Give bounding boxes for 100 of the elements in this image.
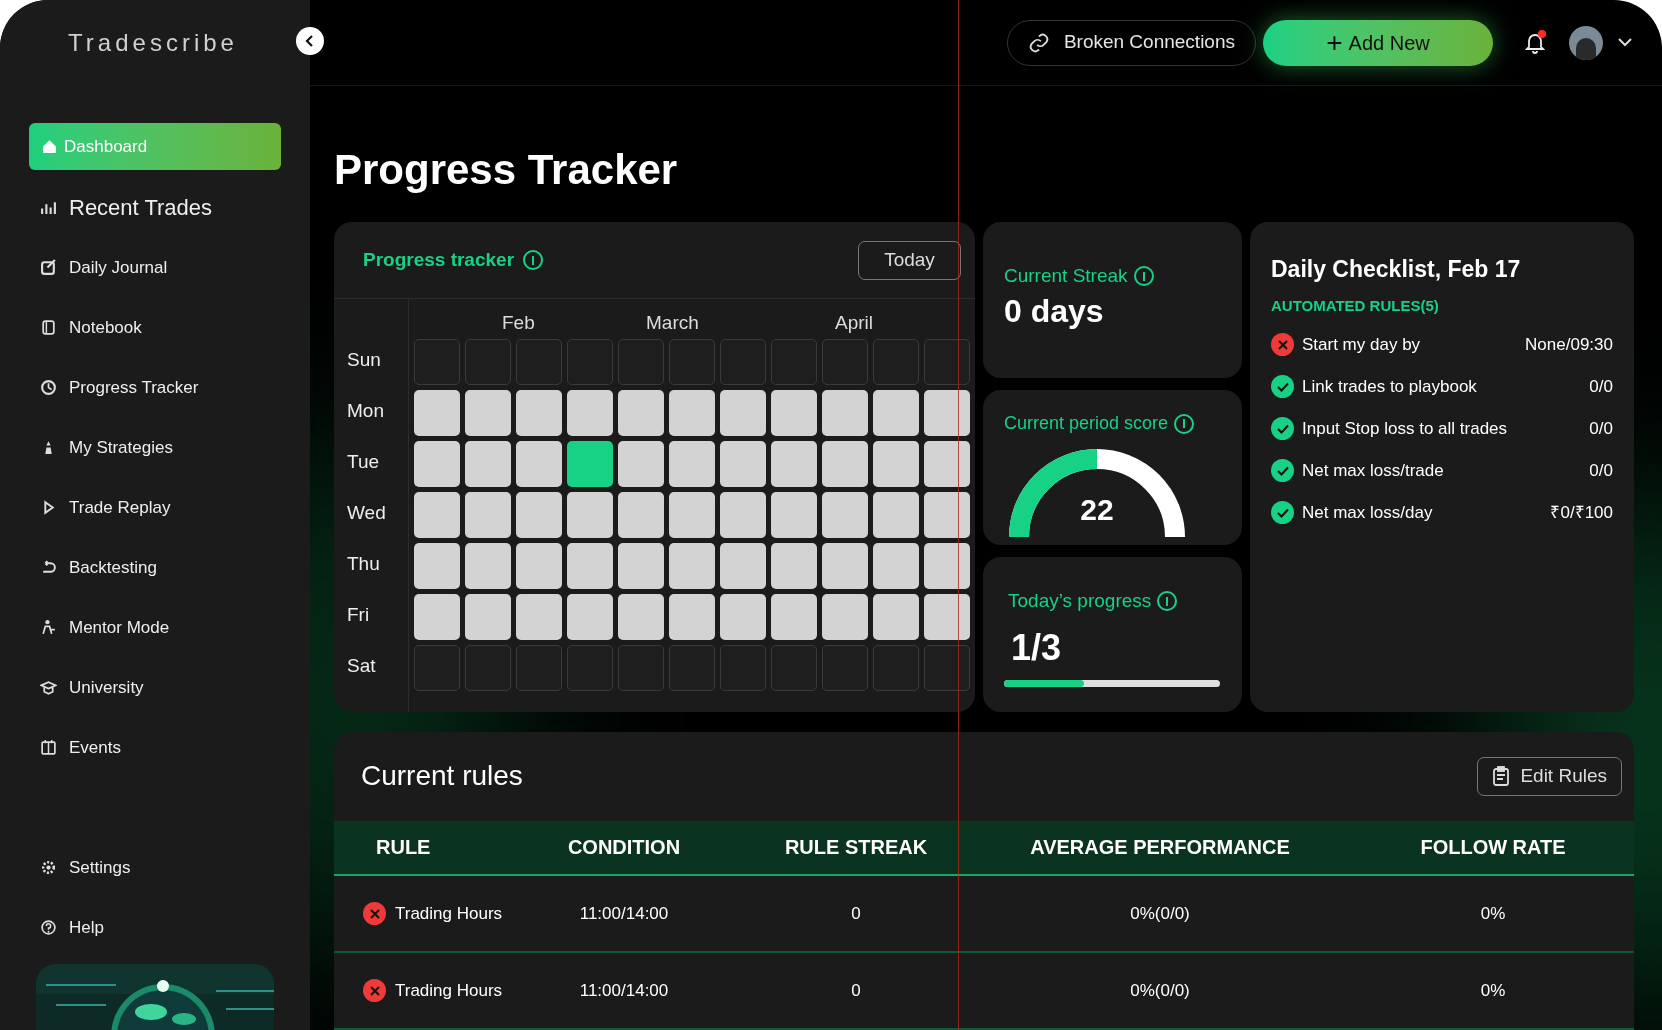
edit-rules-button[interactable]: Edit Rules (1477, 756, 1622, 796)
empty-day-cell[interactable] (567, 339, 613, 385)
day-cell[interactable] (567, 390, 613, 436)
sidebar-item[interactable]: Settings (29, 844, 281, 891)
day-cell[interactable] (669, 543, 715, 589)
day-cell[interactable] (414, 390, 460, 436)
day-cell[interactable] (516, 543, 562, 589)
day-cell[interactable] (414, 441, 460, 487)
day-cell[interactable] (822, 441, 868, 487)
day-cell[interactable] (516, 594, 562, 640)
day-cell[interactable] (771, 492, 817, 538)
empty-day-cell[interactable] (465, 645, 511, 691)
empty-day-cell[interactable] (414, 645, 460, 691)
day-cell[interactable] (414, 492, 460, 538)
sidebar-item[interactable]: My Strategies (29, 424, 281, 471)
sidebar-item[interactable]: Mentor Mode (29, 604, 281, 651)
day-cell[interactable] (465, 594, 511, 640)
day-cell[interactable] (873, 390, 919, 436)
day-cell[interactable] (822, 543, 868, 589)
sidebar-item[interactable]: Trade Replay (29, 484, 281, 531)
sidebar-item[interactable]: Events (29, 724, 281, 771)
chevron-down-icon[interactable] (1618, 38, 1632, 47)
day-cell[interactable] (465, 543, 511, 589)
sidebar-item[interactable]: University (29, 664, 281, 711)
day-cell[interactable] (771, 594, 817, 640)
day-cell[interactable] (771, 441, 817, 487)
day-cell[interactable] (873, 492, 919, 538)
empty-day-cell[interactable] (822, 645, 868, 691)
day-cell[interactable] (516, 441, 562, 487)
add-new-button[interactable]: + Add New (1263, 19, 1493, 66)
day-cell[interactable] (618, 441, 664, 487)
empty-day-cell[interactable] (669, 645, 715, 691)
sidebar-item[interactable]: Progress Tracker (29, 364, 281, 411)
empty-day-cell[interactable] (924, 645, 970, 691)
empty-day-cell[interactable] (771, 645, 817, 691)
empty-day-cell[interactable] (516, 339, 562, 385)
day-cell[interactable] (669, 390, 715, 436)
collapse-sidebar-button[interactable] (296, 27, 324, 55)
day-cell[interactable] (669, 492, 715, 538)
day-cell[interactable] (924, 594, 970, 640)
day-cell[interactable] (465, 390, 511, 436)
day-cell[interactable] (771, 390, 817, 436)
day-cell[interactable] (822, 594, 868, 640)
day-cell[interactable] (873, 543, 919, 589)
day-cell[interactable] (720, 441, 766, 487)
empty-day-cell[interactable] (465, 339, 511, 385)
day-cell[interactable] (618, 594, 664, 640)
day-cell[interactable] (414, 543, 460, 589)
empty-day-cell[interactable] (567, 645, 613, 691)
info-icon[interactable] (1174, 413, 1195, 434)
day-cell[interactable] (669, 594, 715, 640)
day-cell[interactable] (414, 594, 460, 640)
day-cell[interactable] (720, 543, 766, 589)
info-icon[interactable] (1133, 266, 1154, 287)
sidebar-item[interactable]: Help (29, 904, 281, 951)
empty-day-cell[interactable] (924, 339, 970, 385)
day-cell[interactable] (618, 390, 664, 436)
day-cell[interactable] (924, 390, 970, 436)
sidebar-item[interactable]: Recent Trades (29, 184, 281, 231)
empty-day-cell[interactable] (720, 645, 766, 691)
avatar[interactable] (1569, 25, 1603, 60)
day-cell[interactable] (873, 441, 919, 487)
info-icon[interactable] (1157, 591, 1178, 612)
day-cell[interactable] (720, 492, 766, 538)
day-cell[interactable] (567, 492, 613, 538)
notifications-button[interactable] (1522, 28, 1548, 57)
day-cell[interactable] (924, 543, 970, 589)
sidebar-item[interactable]: Backtesting (29, 544, 281, 591)
empty-day-cell[interactable] (669, 339, 715, 385)
day-cell[interactable] (822, 390, 868, 436)
day-cell[interactable] (465, 492, 511, 538)
empty-day-cell[interactable] (516, 645, 562, 691)
day-cell[interactable] (465, 441, 511, 487)
empty-day-cell[interactable] (618, 339, 664, 385)
day-cell[interactable] (669, 441, 715, 487)
day-cell[interactable] (567, 543, 613, 589)
day-cell[interactable] (516, 390, 562, 436)
sidebar-item[interactable]: Notebook (29, 304, 281, 351)
day-cell[interactable] (822, 492, 868, 538)
plus-icon: + (1326, 28, 1343, 57)
day-cell[interactable] (720, 594, 766, 640)
sidebar-item[interactable]: Daily Journal (29, 244, 281, 291)
empty-day-cell[interactable] (771, 339, 817, 385)
day-cell[interactable] (924, 441, 970, 487)
day-cell[interactable] (873, 594, 919, 640)
empty-day-cell[interactable] (414, 339, 460, 385)
day-cell[interactable] (567, 594, 613, 640)
day-cell[interactable] (924, 492, 970, 538)
day-cell[interactable] (771, 543, 817, 589)
info-icon[interactable] (523, 250, 544, 270)
day-cell[interactable] (720, 390, 766, 436)
empty-day-cell[interactable] (720, 339, 766, 385)
day-cell[interactable] (618, 492, 664, 538)
empty-day-cell[interactable] (822, 339, 868, 385)
empty-day-cell[interactable] (873, 645, 919, 691)
empty-day-cell[interactable] (873, 339, 919, 385)
day-cell[interactable] (618, 543, 664, 589)
empty-day-cell[interactable] (618, 645, 664, 691)
day-cell[interactable] (516, 492, 562, 538)
completed-day-cell[interactable] (567, 441, 613, 487)
